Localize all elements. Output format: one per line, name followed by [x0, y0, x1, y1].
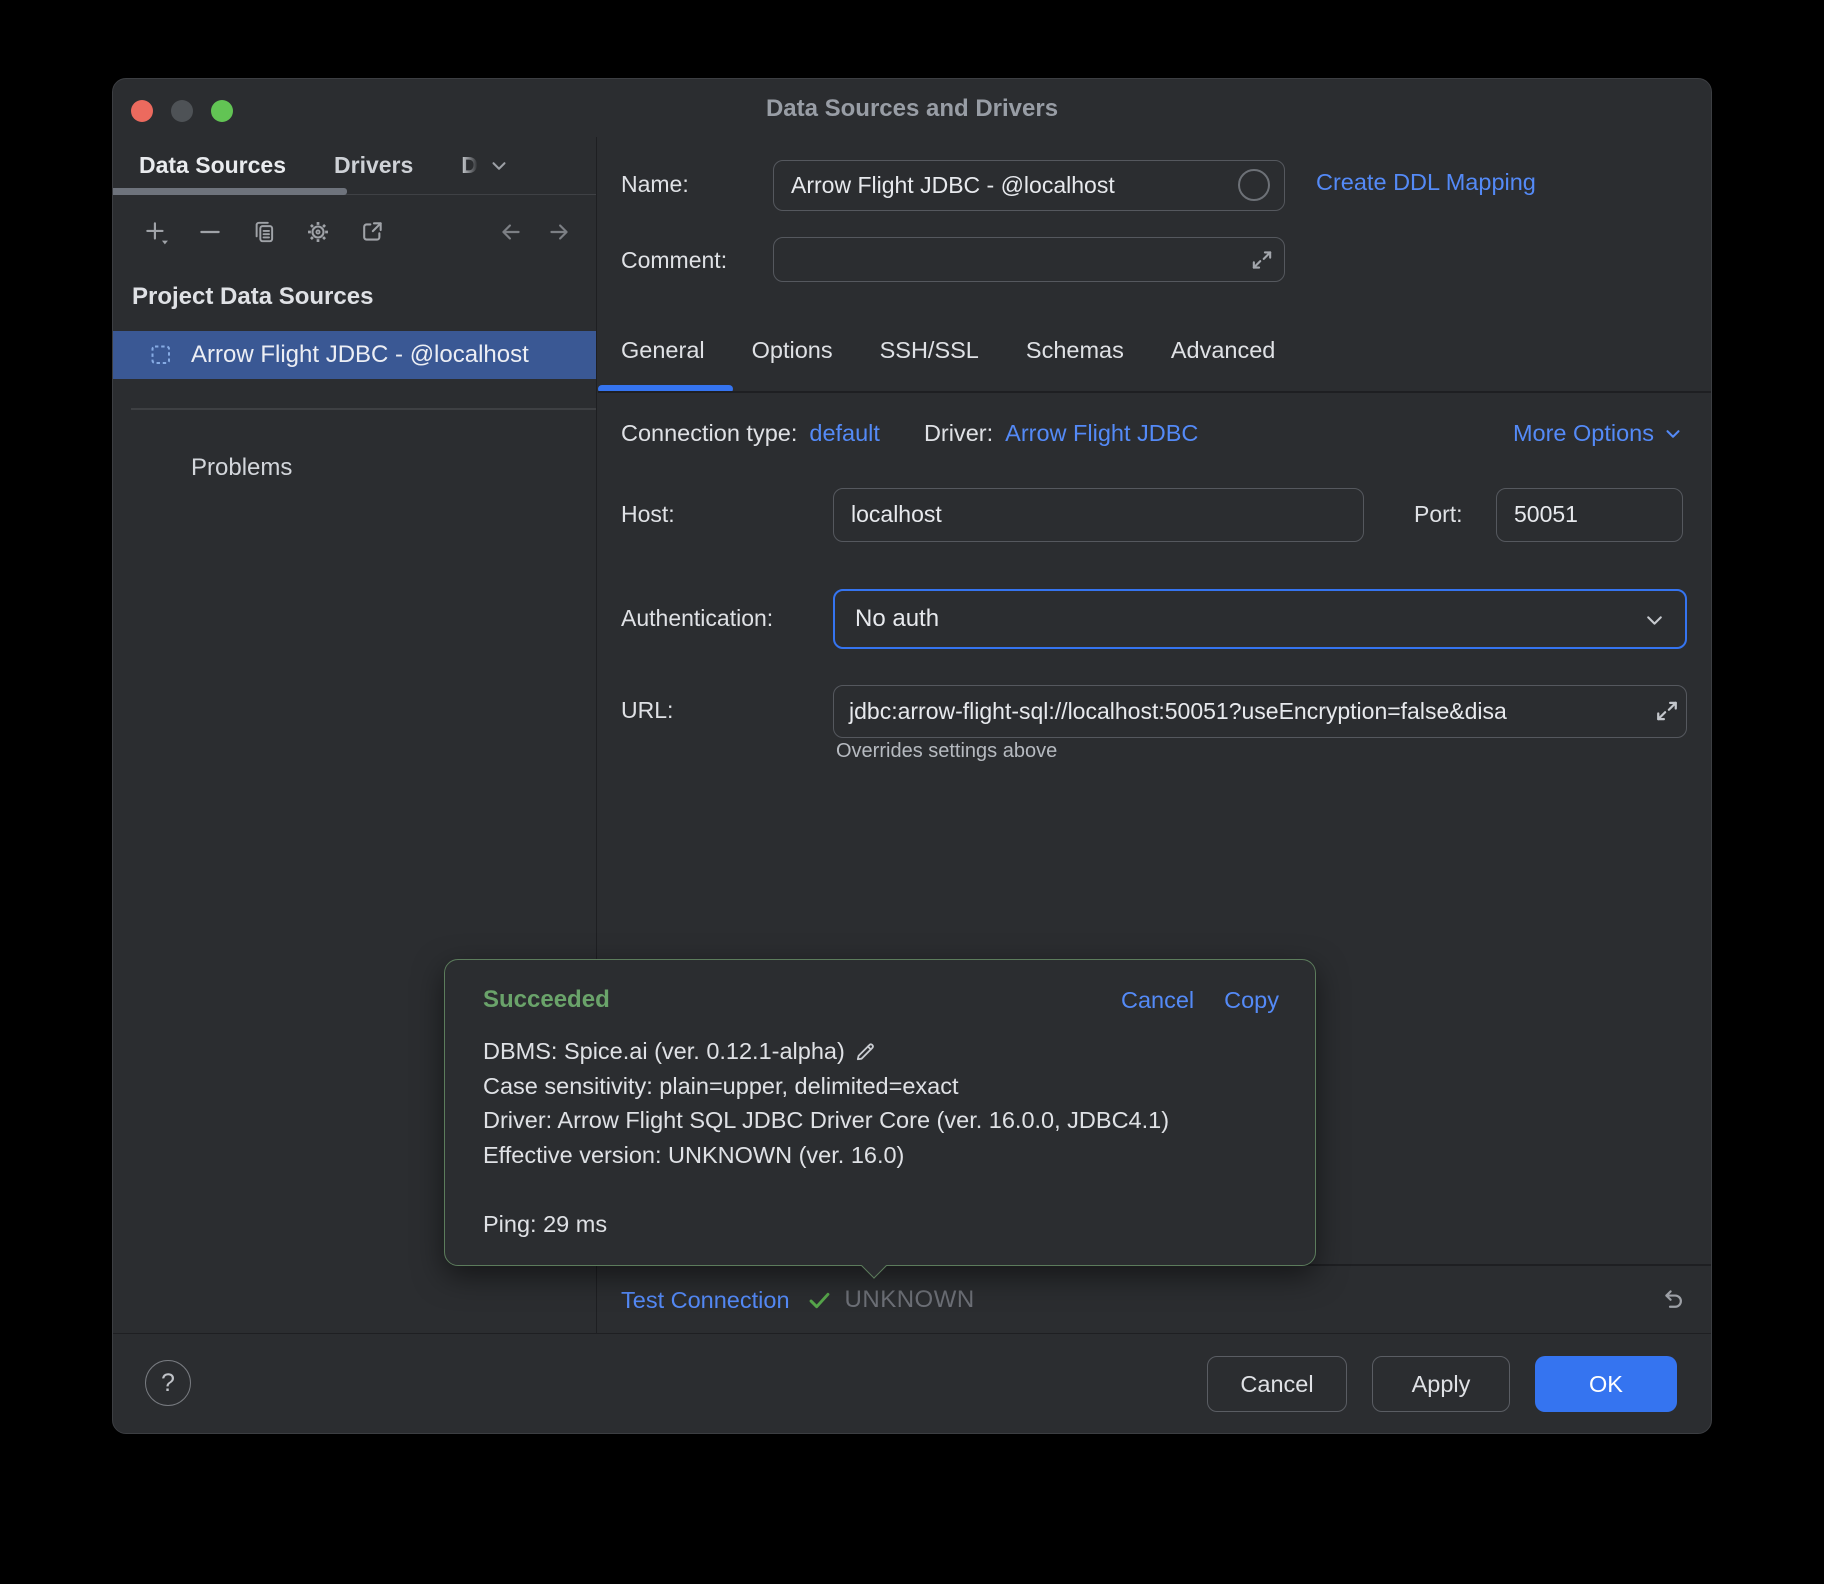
url-input[interactable]: jdbc:arrow-flight-sql://localhost:50051?… [833, 685, 1687, 738]
data-sources-dialog: Data Sources and Drivers Data Sources Dr… [112, 78, 1712, 1434]
apply-button[interactable]: Apply [1372, 1356, 1510, 1412]
help-question-icon: ? [161, 1369, 175, 1398]
popup-copy-link[interactable]: Copy [1224, 987, 1279, 1014]
tab-general[interactable]: General [621, 337, 705, 364]
more-options-link[interactable]: More Options [1513, 420, 1684, 447]
settings-tabs: General Options SSH/SSL Schemas Advanced [621, 337, 1275, 364]
popup-header: Succeeded Cancel Copy [483, 986, 1279, 1014]
history-nav [498, 219, 572, 245]
expand-editor-icon[interactable] [1652, 696, 1682, 726]
project-data-sources-header: Project Data Sources [132, 283, 373, 311]
popup-status: Succeeded [483, 986, 610, 1014]
settings-gear-icon[interactable] [305, 219, 331, 245]
port-input[interactable]: 50051 [1496, 488, 1683, 542]
create-ddl-mapping-link[interactable]: Create DDL Mapping [1316, 169, 1536, 196]
popup-line-effective: Effective version: UNKNOWN (ver. 16.0) [483, 1138, 1279, 1173]
sidebar-toolbar [113, 195, 596, 269]
tab-overflow-label: D [461, 152, 478, 179]
window-title: Data Sources and Drivers [113, 95, 1711, 123]
driver-label: Driver: [924, 420, 993, 447]
name-value: Arrow Flight JDBC - @localhost [774, 161, 1284, 209]
data-source-name: Arrow Flight JDBC - @localhost [191, 341, 529, 369]
connection-type-row: Connection type: default Driver: Arrow F… [621, 420, 1684, 447]
host-label: Host: [621, 501, 675, 528]
popup-line-ping: Ping: 29 ms [483, 1207, 1279, 1242]
authentication-value: No auth [835, 591, 1685, 646]
loading-spinner-icon [1238, 169, 1270, 201]
chevron-down-icon [1642, 608, 1667, 633]
sidebar-item-problems[interactable]: Problems [191, 454, 292, 482]
driver-value-link[interactable]: Arrow Flight JDBC [1005, 420, 1198, 447]
popup-line-dbms: DBMS: Spice.ai (ver. 0.12.1-alpha) [483, 1034, 1279, 1069]
chevron-down-icon [488, 155, 510, 177]
chevron-down-icon [1662, 423, 1684, 445]
forward-arrow-icon[interactable] [546, 219, 572, 245]
host-input[interactable]: localhost [833, 488, 1364, 542]
database-icon [149, 343, 173, 367]
tab-drivers[interactable]: Drivers [334, 152, 413, 179]
popup-line-blank [483, 1172, 1279, 1207]
expand-editor-icon[interactable] [1248, 246, 1276, 274]
titlebar: Data Sources and Drivers [113, 79, 1711, 137]
success-check-icon [806, 1287, 833, 1314]
sidebar-divider [131, 408, 596, 410]
authentication-dropdown[interactable]: No auth [833, 589, 1687, 649]
duplicate-icon[interactable] [251, 219, 277, 245]
dialog-footer: ? Cancel Apply OK [113, 1333, 1711, 1433]
ok-button[interactable]: OK [1535, 1356, 1677, 1412]
comment-input[interactable] [773, 237, 1285, 282]
popup-line-case: Case sensitivity: plain=upper, delimited… [483, 1069, 1279, 1104]
connection-type-value-link[interactable]: default [809, 420, 880, 447]
remove-data-source-icon[interactable] [197, 219, 223, 245]
url-value: jdbc:arrow-flight-sql://localhost:50051?… [834, 686, 1686, 736]
screen: Data Sources and Drivers Data Sources Dr… [0, 0, 1824, 1584]
tab-advanced[interactable]: Advanced [1171, 337, 1276, 364]
name-input[interactable]: Arrow Flight JDBC - @localhost [773, 160, 1285, 211]
tabs-separator [598, 391, 1711, 393]
tab-overflow[interactable]: D [461, 152, 510, 179]
test-connection-link[interactable]: Test Connection [621, 1287, 790, 1314]
back-arrow-icon[interactable] [498, 219, 524, 245]
edit-pencil-icon[interactable] [853, 1039, 878, 1064]
test-connection-popup: Succeeded Cancel Copy DBMS: Spice.ai (ve… [444, 959, 1316, 1266]
url-label: URL: [621, 697, 673, 724]
sidebar-tabstrip: Data Sources Drivers D [113, 137, 596, 195]
footer-buttons: Cancel Apply OK [1207, 1356, 1677, 1412]
dbms-text: DBMS: Spice.ai (ver. 0.12.1-alpha) [483, 1034, 845, 1069]
url-overrides-note: Overrides settings above [836, 740, 1057, 763]
tab-options[interactable]: Options [752, 337, 833, 364]
popup-cancel-link[interactable]: Cancel [1121, 987, 1194, 1014]
data-source-list-item[interactable]: Arrow Flight JDBC - @localhost [113, 331, 596, 379]
connection-type-label: Connection type: [621, 420, 797, 447]
connection-status-strip: Test Connection UNKNOWN [621, 1265, 1686, 1335]
comment-label: Comment: [621, 247, 727, 274]
name-label: Name: [621, 171, 689, 198]
popup-line-driver: Driver: Arrow Flight SQL JDBC Driver Cor… [483, 1103, 1279, 1138]
port-value: 50051 [1497, 489, 1682, 540]
popup-body: DBMS: Spice.ai (ver. 0.12.1-alpha) Case … [483, 1034, 1279, 1241]
authentication-label: Authentication: [621, 605, 773, 632]
cancel-button[interactable]: Cancel [1207, 1356, 1347, 1412]
host-value: localhost [834, 489, 1363, 540]
help-button[interactable]: ? [145, 1360, 191, 1406]
more-options-label: More Options [1513, 420, 1654, 447]
revert-icon[interactable] [1658, 1286, 1686, 1314]
open-in-new-icon[interactable] [359, 219, 385, 245]
tab-schemas[interactable]: Schemas [1026, 337, 1124, 364]
connection-status-value: UNKNOWN [845, 1286, 975, 1314]
port-label: Port: [1414, 501, 1463, 528]
popup-links: Cancel Copy [1121, 987, 1279, 1014]
tab-data-sources[interactable]: Data Sources [139, 152, 286, 179]
add-data-source-icon[interactable] [143, 219, 169, 245]
tab-ssh-ssl[interactable]: SSH/SSL [880, 337, 979, 364]
active-tab-underline [113, 188, 347, 195]
